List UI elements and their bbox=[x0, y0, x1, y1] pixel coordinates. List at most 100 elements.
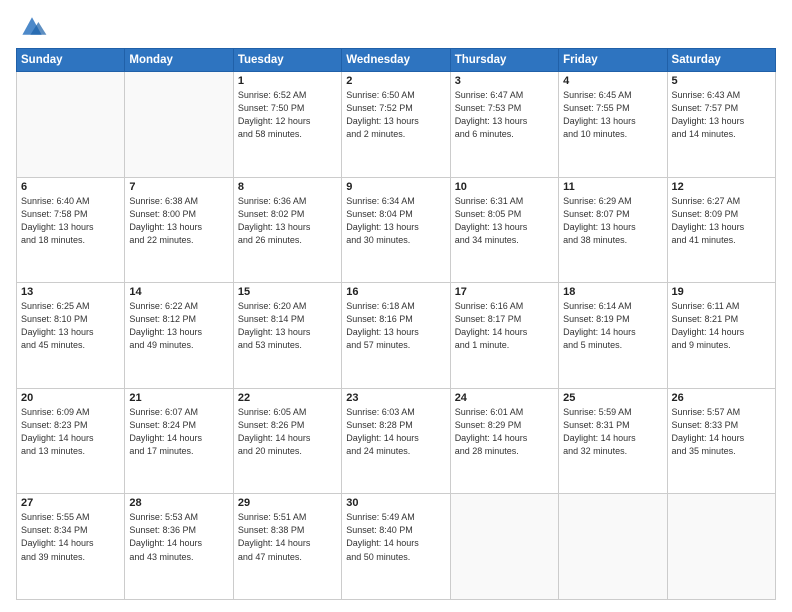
day-number: 1 bbox=[238, 75, 337, 87]
calendar-cell bbox=[17, 72, 125, 178]
day-info: Sunrise: 6:45 AM Sunset: 7:55 PM Dayligh… bbox=[563, 89, 662, 141]
day-info: Sunrise: 6:18 AM Sunset: 8:16 PM Dayligh… bbox=[346, 300, 445, 352]
calendar-cell: 2 Sunrise: 6:50 AM Sunset: 7:52 PM Daylig… bbox=[342, 72, 450, 178]
logo-icon bbox=[16, 12, 48, 40]
day-number: 12 bbox=[672, 181, 771, 193]
day-number: 3 bbox=[455, 75, 554, 87]
calendar-cell: 8 Sunrise: 6:36 AM Sunset: 8:02 PM Daylig… bbox=[233, 177, 341, 283]
header bbox=[16, 12, 776, 40]
calendar-week-2: 13 Sunrise: 6:25 AM Sunset: 8:10 PM Dayli… bbox=[17, 283, 776, 389]
day-info: Sunrise: 6:22 AM Sunset: 8:12 PM Dayligh… bbox=[129, 300, 228, 352]
day-number: 28 bbox=[129, 497, 228, 509]
calendar-cell: 27 Sunrise: 5:55 AM Sunset: 8:34 PM Dayli… bbox=[17, 494, 125, 600]
weekday-header-friday: Friday bbox=[559, 49, 667, 72]
calendar-week-0: 1 Sunrise: 6:52 AM Sunset: 7:50 PM Daylig… bbox=[17, 72, 776, 178]
page: SundayMondayTuesdayWednesdayThursdayFrid… bbox=[0, 0, 792, 612]
calendar-cell: 30 Sunrise: 5:49 AM Sunset: 8:40 PM Dayli… bbox=[342, 494, 450, 600]
day-info: Sunrise: 6:29 AM Sunset: 8:07 PM Dayligh… bbox=[563, 195, 662, 247]
day-number: 19 bbox=[672, 286, 771, 298]
day-info: Sunrise: 6:14 AM Sunset: 8:19 PM Dayligh… bbox=[563, 300, 662, 352]
calendar-cell: 9 Sunrise: 6:34 AM Sunset: 8:04 PM Daylig… bbox=[342, 177, 450, 283]
calendar-cell: 12 Sunrise: 6:27 AM Sunset: 8:09 PM Dayli… bbox=[667, 177, 775, 283]
day-info: Sunrise: 6:27 AM Sunset: 8:09 PM Dayligh… bbox=[672, 195, 771, 247]
day-number: 13 bbox=[21, 286, 120, 298]
day-number: 24 bbox=[455, 392, 554, 404]
day-info: Sunrise: 6:43 AM Sunset: 7:57 PM Dayligh… bbox=[672, 89, 771, 141]
day-number: 26 bbox=[672, 392, 771, 404]
day-number: 14 bbox=[129, 286, 228, 298]
day-number: 8 bbox=[238, 181, 337, 193]
day-info: Sunrise: 6:16 AM Sunset: 8:17 PM Dayligh… bbox=[455, 300, 554, 352]
day-number: 30 bbox=[346, 497, 445, 509]
calendar-cell: 18 Sunrise: 6:14 AM Sunset: 8:19 PM Dayli… bbox=[559, 283, 667, 389]
day-number: 21 bbox=[129, 392, 228, 404]
weekday-header-sunday: Sunday bbox=[17, 49, 125, 72]
day-number: 25 bbox=[563, 392, 662, 404]
day-number: 18 bbox=[563, 286, 662, 298]
day-info: Sunrise: 6:34 AM Sunset: 8:04 PM Dayligh… bbox=[346, 195, 445, 247]
day-info: Sunrise: 6:31 AM Sunset: 8:05 PM Dayligh… bbox=[455, 195, 554, 247]
calendar-cell: 26 Sunrise: 5:57 AM Sunset: 8:33 PM Dayli… bbox=[667, 388, 775, 494]
day-info: Sunrise: 6:05 AM Sunset: 8:26 PM Dayligh… bbox=[238, 406, 337, 458]
calendar-cell: 16Sunrise: 6:18 AM Sunset: 8:16 PM Dayli… bbox=[342, 283, 450, 389]
calendar-cell: 14 Sunrise: 6:22 AM Sunset: 8:12 PM Dayli… bbox=[125, 283, 233, 389]
day-number: 11 bbox=[563, 181, 662, 193]
calendar-cell: 28 Sunrise: 5:53 AM Sunset: 8:36 PM Dayli… bbox=[125, 494, 233, 600]
day-info: Sunrise: 5:53 AM Sunset: 8:36 PM Dayligh… bbox=[129, 511, 228, 563]
day-info: Sunrise: 5:49 AM Sunset: 8:40 PM Dayligh… bbox=[346, 511, 445, 563]
day-info: Sunrise: 6:09 AM Sunset: 8:23 PM Dayligh… bbox=[21, 406, 120, 458]
day-info: Sunrise: 6:38 AM Sunset: 8:00 PM Dayligh… bbox=[129, 195, 228, 247]
day-info: Sunrise: 6:01 AM Sunset: 8:29 PM Dayligh… bbox=[455, 406, 554, 458]
calendar-week-3: 20 Sunrise: 6:09 AM Sunset: 8:23 PM Dayli… bbox=[17, 388, 776, 494]
day-number: 22 bbox=[238, 392, 337, 404]
calendar-cell: 24 Sunrise: 6:01 AM Sunset: 8:29 PM Dayli… bbox=[450, 388, 558, 494]
calendar-cell: 29Sunrise: 5:51 AM Sunset: 8:38 PM Dayli… bbox=[233, 494, 341, 600]
calendar-cell: 23Sunrise: 6:03 AM Sunset: 8:28 PM Dayli… bbox=[342, 388, 450, 494]
calendar-cell: 19 Sunrise: 6:11 AM Sunset: 8:21 PM Dayli… bbox=[667, 283, 775, 389]
day-info: Sunrise: 5:55 AM Sunset: 8:34 PM Dayligh… bbox=[21, 511, 120, 563]
calendar-cell: 4 Sunrise: 6:45 AM Sunset: 7:55 PM Daylig… bbox=[559, 72, 667, 178]
day-info: Sunrise: 6:36 AM Sunset: 8:02 PM Dayligh… bbox=[238, 195, 337, 247]
calendar-cell: 15Sunrise: 6:20 AM Sunset: 8:14 PM Dayli… bbox=[233, 283, 341, 389]
day-number: 10 bbox=[455, 181, 554, 193]
weekday-header-monday: Monday bbox=[125, 49, 233, 72]
day-number: 4 bbox=[563, 75, 662, 87]
weekday-header-thursday: Thursday bbox=[450, 49, 558, 72]
day-info: Sunrise: 5:51 AM Sunset: 8:38 PM Dayligh… bbox=[238, 511, 337, 563]
day-info: Sunrise: 6:03 AM Sunset: 8:28 PM Dayligh… bbox=[346, 406, 445, 458]
day-number: 5 bbox=[672, 75, 771, 87]
calendar-cell bbox=[125, 72, 233, 178]
calendar-cell: 20 Sunrise: 6:09 AM Sunset: 8:23 PM Dayli… bbox=[17, 388, 125, 494]
day-info: Sunrise: 6:50 AM Sunset: 7:52 PM Dayligh… bbox=[346, 89, 445, 141]
day-info: Sunrise: 6:40 AM Sunset: 7:58 PM Dayligh… bbox=[21, 195, 120, 247]
day-number: 9 bbox=[346, 181, 445, 193]
day-info: Sunrise: 6:25 AM Sunset: 8:10 PM Dayligh… bbox=[21, 300, 120, 352]
day-number: 6 bbox=[21, 181, 120, 193]
day-number: 15 bbox=[238, 286, 337, 298]
day-info: Sunrise: 6:52 AM Sunset: 7:50 PM Dayligh… bbox=[238, 89, 337, 141]
calendar-cell: 13 Sunrise: 6:25 AM Sunset: 8:10 PM Dayli… bbox=[17, 283, 125, 389]
day-number: 2 bbox=[346, 75, 445, 87]
day-number: 17 bbox=[455, 286, 554, 298]
calendar-cell: 1 Sunrise: 6:52 AM Sunset: 7:50 PM Daylig… bbox=[233, 72, 341, 178]
day-info: Sunrise: 5:57 AM Sunset: 8:33 PM Dayligh… bbox=[672, 406, 771, 458]
day-number: 20 bbox=[21, 392, 120, 404]
calendar-cell bbox=[450, 494, 558, 600]
calendar-cell bbox=[559, 494, 667, 600]
weekday-header-saturday: Saturday bbox=[667, 49, 775, 72]
calendar-cell: 21 Sunrise: 6:07 AM Sunset: 8:24 PM Dayli… bbox=[125, 388, 233, 494]
calendar-cell bbox=[667, 494, 775, 600]
calendar-week-1: 6 Sunrise: 6:40 AM Sunset: 7:58 PM Daylig… bbox=[17, 177, 776, 283]
calendar-cell: 11 Sunrise: 6:29 AM Sunset: 8:07 PM Dayli… bbox=[559, 177, 667, 283]
calendar-cell: 3Sunrise: 6:47 AM Sunset: 7:53 PM Daylig… bbox=[450, 72, 558, 178]
calendar-cell: 22 Sunrise: 6:05 AM Sunset: 8:26 PM Dayli… bbox=[233, 388, 341, 494]
calendar-cell: 25Sunrise: 5:59 AM Sunset: 8:31 PM Dayli… bbox=[559, 388, 667, 494]
logo bbox=[16, 12, 52, 40]
day-number: 27 bbox=[21, 497, 120, 509]
day-info: Sunrise: 6:07 AM Sunset: 8:24 PM Dayligh… bbox=[129, 406, 228, 458]
calendar-table: SundayMondayTuesdayWednesdayThursdayFrid… bbox=[16, 48, 776, 600]
calendar-cell: 6 Sunrise: 6:40 AM Sunset: 7:58 PM Daylig… bbox=[17, 177, 125, 283]
day-number: 7 bbox=[129, 181, 228, 193]
calendar-cell: 7 Sunrise: 6:38 AM Sunset: 8:00 PM Daylig… bbox=[125, 177, 233, 283]
day-info: Sunrise: 6:11 AM Sunset: 8:21 PM Dayligh… bbox=[672, 300, 771, 352]
